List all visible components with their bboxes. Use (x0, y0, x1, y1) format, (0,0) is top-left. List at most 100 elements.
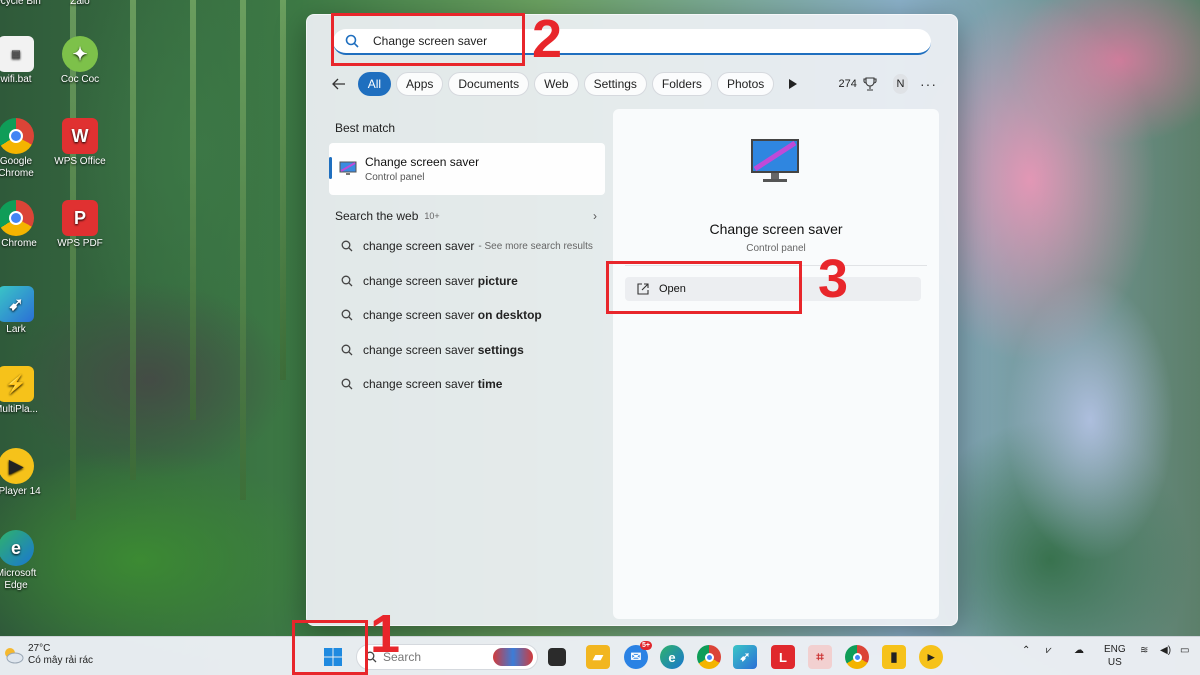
annotation-number-2: 2 (532, 9, 563, 69)
wifi-icon[interactable]: ≋ (1140, 645, 1148, 656)
desktop-icon-label: Zalo (70, 0, 90, 7)
multiplayer-icon[interactable]: ▮ (882, 645, 906, 669)
search-icon (341, 309, 353, 321)
desktop-icon-wps-pdf[interactable]: P WPS PDF (48, 200, 112, 250)
web-suggestion[interactable]: change screen saver picture (329, 264, 605, 299)
edge-icon[interactable]: e (660, 645, 684, 669)
annotation-box-start (292, 620, 368, 675)
web-suggestion[interactable]: change screen saver time (329, 367, 605, 402)
dplayer-icon: ▶ (0, 448, 34, 484)
best-match-heading: Best match (335, 121, 396, 135)
filter-apps[interactable]: Apps (396, 72, 444, 96)
detail-title: Change screen saver (709, 221, 843, 237)
app-pink-icon[interactable]: ⌗ (808, 645, 832, 669)
battery-icon[interactable]: ▭ (1180, 645, 1189, 656)
desktop-icon-label: WPS PDF (57, 238, 103, 249)
suggestion-text: change screen saver (363, 308, 478, 323)
desktop-icon-lark[interactable]: ➹ Lark (0, 286, 48, 336)
volume-icon[interactable]: ◀) (1160, 645, 1171, 656)
web-suggestion[interactable]: change screen saver on desktop (329, 298, 605, 333)
tray-app-icon[interactable]: ⩗ (1046, 645, 1052, 656)
keyboard-layout: US (1107, 657, 1122, 668)
desktop-icon-label: Coc Coc (60, 74, 100, 85)
annotation-box-search (331, 13, 525, 66)
chevron-up-icon[interactable]: ⌃ (1022, 645, 1030, 656)
desktop-icon-microsoft-edge[interactable]: e Microsoft Edge (0, 530, 48, 592)
weather-temperature: 27°C (28, 643, 51, 654)
desktop-icon-label: - Chrome (0, 238, 37, 249)
chevron-right-icon: › (593, 209, 597, 223)
background-decoration (280, 0, 286, 380)
desktop-icon-wps-office[interactable]: W WPS Office (48, 118, 112, 168)
language-code: ENG (1104, 644, 1126, 655)
suggestion-text: change screen saver (363, 239, 475, 254)
search-highlight-image (493, 648, 533, 666)
rewards-points-value: 274 (838, 78, 857, 90)
results-list: Best match Change screen saver Control p… (329, 111, 605, 402)
web-suggestion[interactable]: change screen saver settings (329, 333, 605, 368)
background-decoration (130, 0, 136, 480)
filter-web[interactable]: Web (534, 72, 579, 96)
suggestion-bold: on desktop (477, 308, 542, 323)
cloudy-weather-icon (5, 648, 24, 664)
desktop-icon-chrome-profile[interactable]: - Chrome (0, 200, 48, 250)
result-detail-pane: Change screen saver Control panel Open (613, 109, 939, 619)
filter-all[interactable]: All (357, 72, 392, 96)
task-view-icon[interactable] (548, 648, 566, 666)
desktop-icon-dplayer[interactable]: ▶ DPlayer 14 (0, 448, 48, 498)
filter-photos[interactable]: Photos (716, 72, 775, 96)
back-button[interactable] (331, 73, 348, 95)
language-indicator[interactable]: ENG US (1104, 643, 1126, 669)
wps-pdf-icon: P (62, 200, 98, 236)
desktop-icon-zalo[interactable]: Zalo (48, 0, 112, 8)
user-avatar[interactable]: N (892, 74, 908, 94)
weather-description: Có mây rải rác (28, 655, 94, 666)
weather-widget[interactable]: 27°C Có mây rải rác (2, 643, 93, 667)
search-icon (341, 378, 353, 390)
back-arrow-icon (332, 78, 346, 90)
desktop-icon-label: WPS Office (54, 156, 106, 167)
more-filters-button[interactable] (785, 72, 800, 96)
desktop-icon-recycle-bin[interactable]: ecycle Bin (0, 0, 50, 8)
chrome-icon[interactable] (697, 645, 721, 669)
search-web-label: Search the web (335, 209, 419, 223)
annotation-box-open (606, 261, 802, 314)
search-icon (341, 344, 353, 356)
desktop-icon-coc-coc[interactable]: ✦ Coc Coc (48, 36, 112, 86)
desktop-icon-wifi-bat[interactable]: ▤ wifi.bat (0, 36, 48, 86)
search-filter-bar: All Apps Documents Web Settings Folders … (331, 71, 937, 97)
rewards-points[interactable]: 274 (838, 77, 877, 91)
tray-cloud-icon[interactable]: ☁ (1074, 645, 1084, 656)
suggestion-bold: settings (477, 342, 524, 357)
file-explorer-icon[interactable]: ▰ (586, 645, 610, 669)
dplayer-icon[interactable]: ▸ (919, 645, 943, 669)
search-icon (341, 240, 353, 252)
best-match-result[interactable]: Change screen saver Control panel (329, 143, 605, 195)
desktop-icon-label: ecycle Bin (0, 0, 41, 7)
suggestion-bold: picture (477, 273, 518, 288)
trophy-icon (863, 77, 877, 91)
search-web-heading[interactable]: Search the web 10+ › (335, 209, 605, 223)
play-icon (788, 79, 797, 89)
lark-icon: ➹ (0, 286, 34, 322)
start-search-panel: All Apps Documents Web Settings Folders … (306, 14, 958, 626)
suggestion-bold: time (477, 377, 503, 392)
filter-documents[interactable]: Documents (448, 72, 530, 96)
detail-subtitle: Control panel (746, 243, 806, 254)
suggestion-text: change screen saver (363, 342, 478, 357)
desktop-icon-label: Microsoft Edge (0, 568, 37, 591)
chrome-profile-icon[interactable] (845, 645, 869, 669)
desktop-icon-multiplayer[interactable]: ⚡ MultiPla... (0, 366, 48, 416)
more-options-button[interactable]: ··· (920, 76, 937, 92)
search-web-count: 10+ (424, 211, 440, 221)
desktop-icon-google-chrome[interactable]: Google Chrome (0, 118, 48, 180)
filter-folders[interactable]: Folders (651, 72, 712, 96)
app-l-icon[interactable]: L (771, 645, 795, 669)
desktop-icon-label: DPlayer 14 (0, 486, 41, 497)
filter-settings[interactable]: Settings (583, 72, 647, 96)
web-suggestion[interactable]: change screen saver - See more search re… (329, 229, 605, 264)
wps-office-icon: W (62, 118, 98, 154)
lark-icon[interactable]: ➹ (733, 645, 757, 669)
chat-app-icon[interactable]: ✉ 5+ (624, 641, 652, 669)
multiplayer-icon: ⚡ (0, 366, 34, 402)
